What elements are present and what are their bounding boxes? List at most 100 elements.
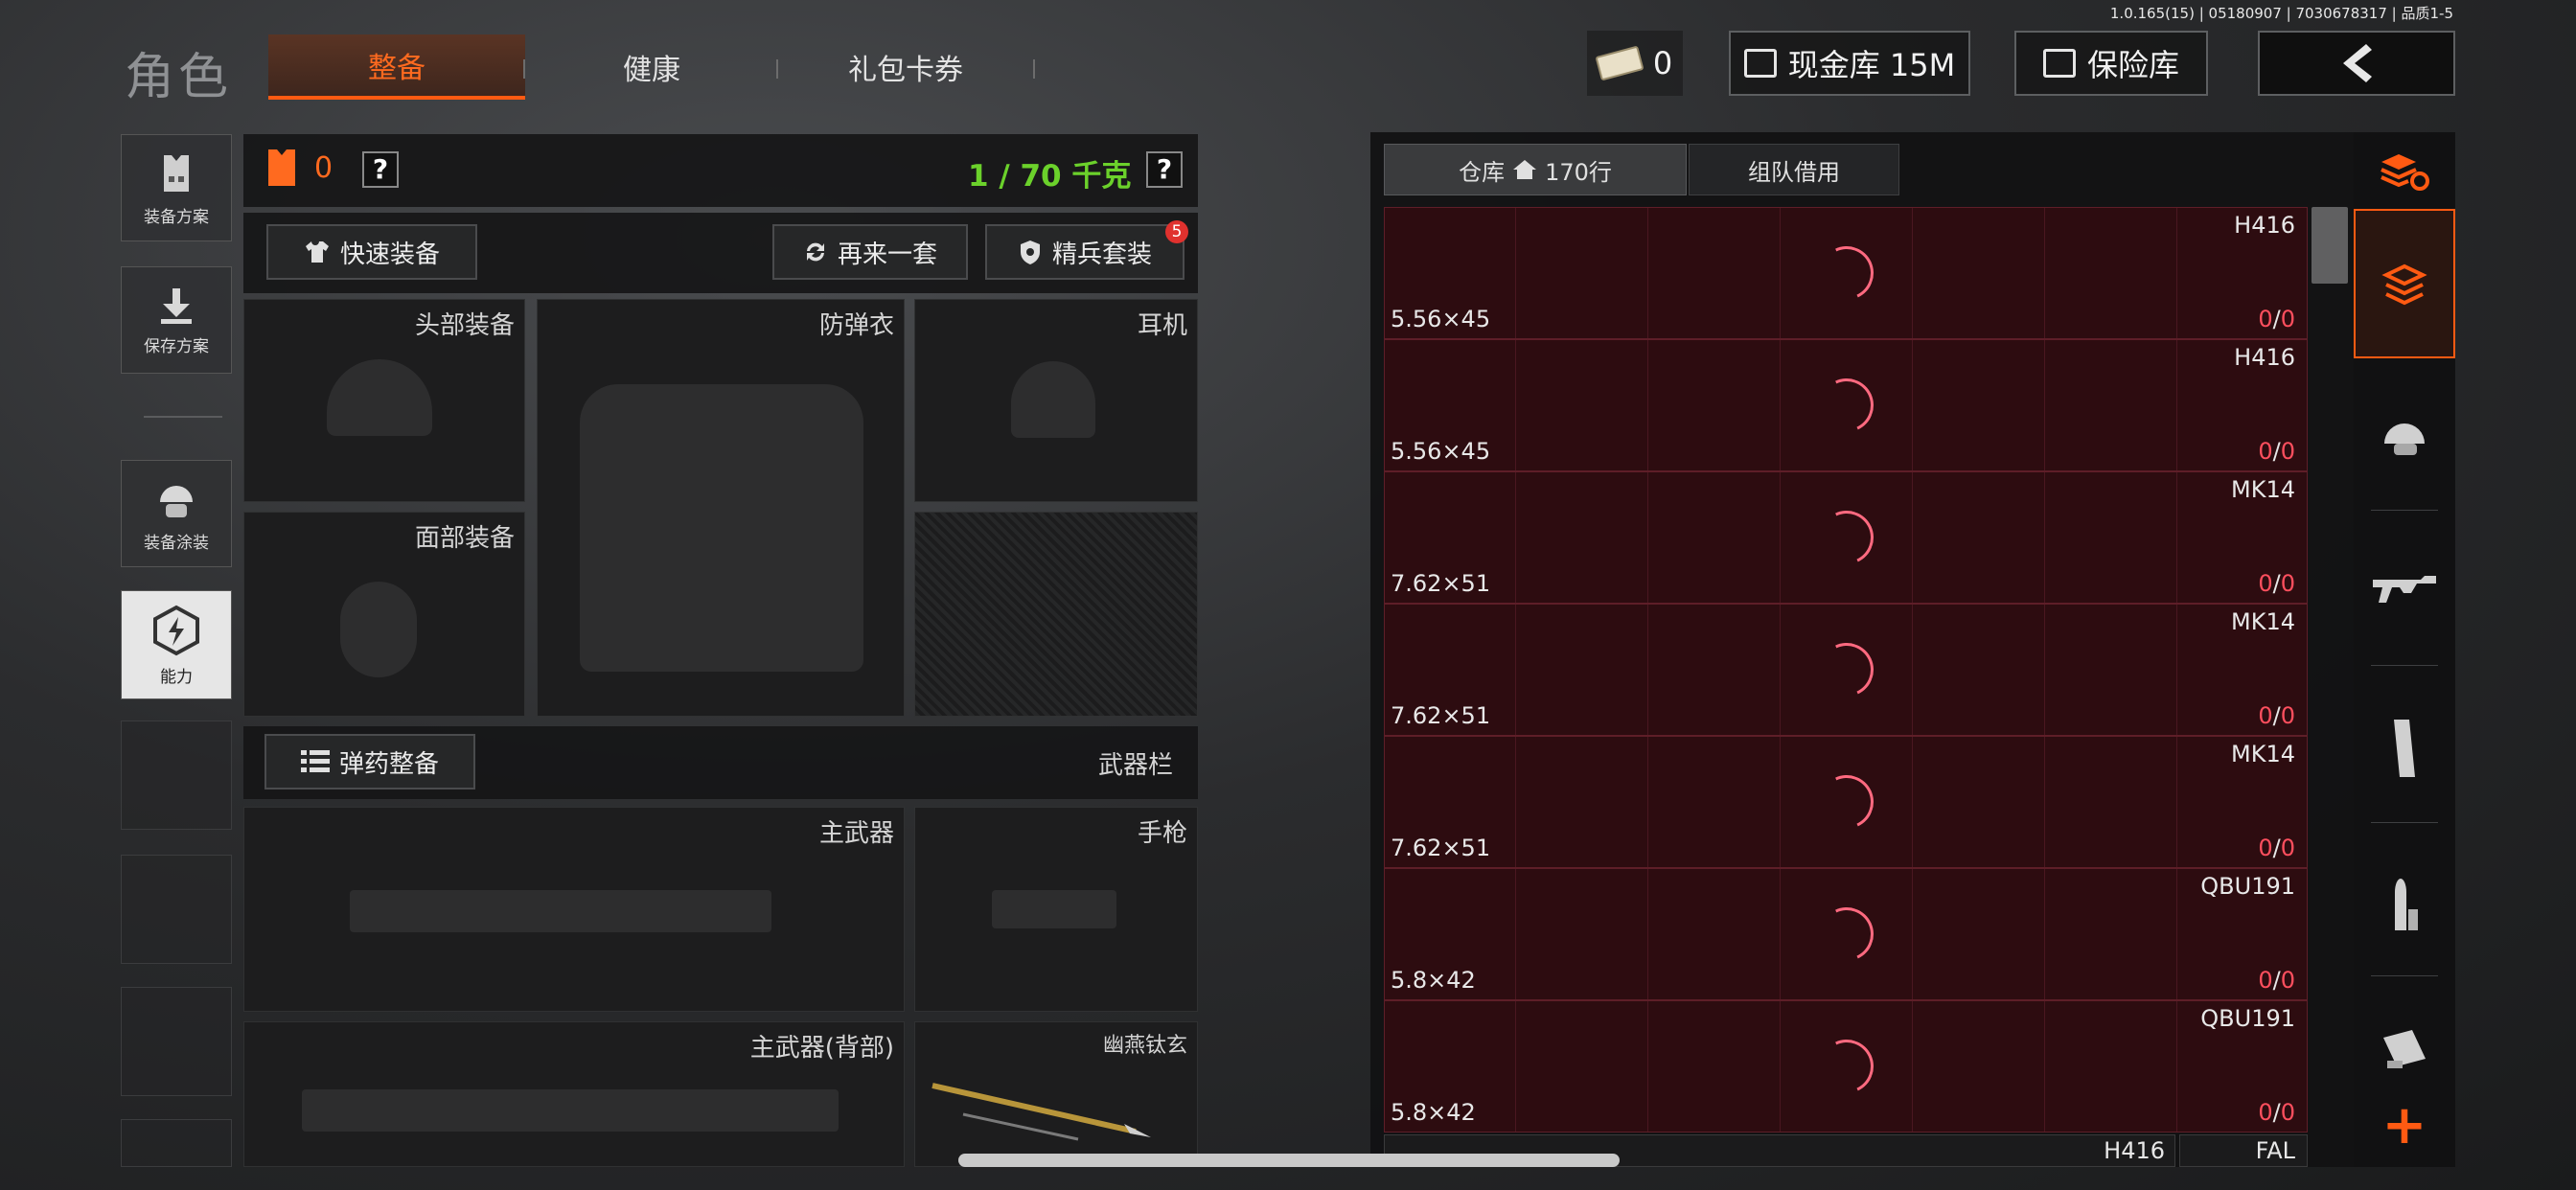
filter-helmet[interactable] — [2354, 379, 2455, 494]
sidebar-label: 装备方案 — [144, 207, 209, 227]
help-button[interactable]: ? — [362, 151, 399, 188]
back-button[interactable] — [2258, 31, 2455, 96]
reroll-label: 再来一套 — [837, 240, 937, 269]
vest-placeholder-icon — [580, 384, 863, 672]
filter-divider — [2371, 975, 2438, 976]
cash-value: 0 — [1652, 45, 1673, 81]
sidebar-item-equipment-skin[interactable]: 装备涂装 — [121, 460, 232, 567]
slot-headset[interactable]: 耳机 — [914, 299, 1198, 502]
caliber: 5.56×45 — [1391, 306, 1491, 332]
tab-divider — [776, 59, 778, 79]
filter-sight[interactable] — [2354, 991, 2455, 1106]
list-item[interactable]: H416 5.56×45 0/0 — [1384, 207, 2308, 339]
sidebar-item-save-plan[interactable]: 保存方案 — [121, 266, 232, 374]
tab-divider — [1033, 59, 1035, 79]
ammo-count: 0/0 — [2258, 702, 2295, 729]
ammo-list-icon — [300, 750, 330, 772]
cash-vault-button[interactable]: 现金库 15M — [1729, 31, 1970, 96]
tab-equip[interactable]: 整备 — [268, 34, 525, 100]
slot-label: 耳机 — [1137, 311, 1187, 340]
slot-head[interactable]: 头部装备 — [243, 299, 525, 502]
ammo-count: 0/0 — [2258, 306, 2295, 332]
elite-set-label: 精兵套装 — [1051, 240, 1152, 269]
scrollbar-thumb[interactable] — [2312, 207, 2348, 284]
pistol-placeholder-icon — [992, 890, 1116, 928]
slot-label: 面部装备 — [414, 524, 515, 553]
filter-magazine[interactable] — [2354, 682, 2455, 816]
ammo-count: 0/0 — [2258, 835, 2295, 861]
filter-rifle[interactable] — [2354, 527, 2455, 652]
vault-icon — [1743, 49, 1777, 78]
quick-equip-label: 快速装备 — [339, 240, 440, 269]
sidebar-label: 能力 — [160, 667, 193, 687]
list-item[interactable]: MK14 7.62×51 0/0 — [1384, 736, 2308, 868]
slot-pistol[interactable]: 手枪 — [914, 807, 1198, 1012]
loading-icon — [1812, 635, 1881, 704]
rifle-placeholder-icon — [350, 890, 771, 932]
sidebar-empty-slot — [121, 1119, 232, 1167]
weapon-name: MK14 — [2231, 608, 2295, 635]
stack-icon — [2381, 263, 2427, 306]
weight-indicator: 1 / 70 千克 — [968, 159, 1132, 194]
slot-label: 头部装备 — [414, 311, 515, 340]
list-item[interactable]: MK14 7.62×51 0/0 — [1384, 604, 2308, 736]
storage-rows: 170行 — [1545, 158, 1612, 186]
filter-bullet[interactable] — [2354, 839, 2455, 970]
tab-storage[interactable]: 仓库 170行 — [1384, 144, 1687, 195]
slot-primary-weapon-back[interactable]: 主武器(背部) — [243, 1021, 905, 1167]
slot-face[interactable]: 面部装备 — [243, 512, 525, 717]
loading-icon — [1812, 900, 1881, 969]
page-title: 角色 — [125, 49, 233, 106]
list-item[interactable]: MK14 7.62×51 0/0 — [1384, 471, 2308, 604]
vest-icon — [164, 154, 189, 192]
back-arrow-icon — [2343, 44, 2372, 82]
ammo-count: 0/0 — [2258, 438, 2295, 465]
filter-add-button[interactable]: + — [2354, 1092, 2455, 1159]
caliber: 7.62×51 — [1391, 835, 1491, 861]
slot-primary-weapon[interactable]: 主武器 — [243, 807, 905, 1012]
weapon-name: MK14 — [2231, 741, 2295, 767]
spear-icon — [932, 1083, 1151, 1141]
slot-label: 手枪 — [1137, 819, 1187, 848]
list-item[interactable]: QBU191 5.8×42 0/0 — [1384, 868, 2308, 1000]
reroll-button[interactable]: 再来一套 — [772, 224, 968, 280]
weapon-name: QBU191 — [2200, 873, 2295, 900]
tab-team-borrow[interactable]: 组队借用 — [1689, 144, 1899, 195]
sidebar-item-loadout-plan[interactable]: 装备方案 — [121, 134, 232, 241]
list-item[interactable]: QBU191 5.8×42 0/0 — [1384, 1000, 2308, 1133]
armor-icon — [268, 149, 295, 186]
list-item[interactable]: H416 5.56×45 0/0 — [1384, 339, 2308, 471]
weight-help-button[interactable]: ? — [1146, 151, 1183, 188]
ammo-count: 0/0 — [2258, 570, 2295, 597]
ammo-prep-button[interactable]: 弹药整备 — [264, 734, 475, 790]
safe-box-label: 保险库 — [2086, 47, 2179, 83]
helmet-icon — [2384, 423, 2425, 455]
ammo-count: 0/0 — [2258, 967, 2295, 994]
filter-all[interactable] — [2354, 209, 2455, 358]
loading-icon — [1812, 371, 1881, 440]
sidebar-empty-slot — [121, 721, 232, 830]
safe-box-button[interactable]: 保险库 — [2014, 31, 2208, 96]
tab-health[interactable]: 健康 — [537, 34, 767, 100]
slot-locked — [914, 512, 1198, 717]
sidebar-divider — [144, 416, 222, 418]
sidebar-item-ability[interactable]: 能力 — [121, 590, 232, 699]
quick-equip-button[interactable]: 快速装备 — [266, 224, 477, 280]
caliber: 7.62×51 — [1391, 570, 1491, 597]
rifle-icon — [2373, 576, 2436, 603]
cash-counter[interactable]: 0 — [1587, 31, 1683, 96]
list-item-partial[interactable]: FAL — [2179, 1134, 2308, 1167]
weapon-name: QBU191 — [2200, 1005, 2295, 1032]
elite-set-button[interactable]: 精兵套装 — [985, 224, 1184, 280]
slot-label: 幽燕钛玄 — [1102, 1034, 1187, 1058]
filter-refresh[interactable] — [2354, 138, 2455, 205]
tab-gift-vouchers[interactable]: 礼包卡券 — [786, 34, 1025, 100]
ability-icon — [153, 605, 199, 655]
tab-divider — [523, 59, 525, 79]
loading-icon — [1812, 1032, 1881, 1101]
home-icon — [1513, 160, 1537, 179]
notification-badge: 5 — [1165, 220, 1188, 243]
slot-vest[interactable]: 防弹衣 — [537, 299, 905, 717]
filter-divider — [2371, 510, 2438, 511]
slot-melee[interactable]: 幽燕钛玄 — [914, 1021, 1198, 1167]
